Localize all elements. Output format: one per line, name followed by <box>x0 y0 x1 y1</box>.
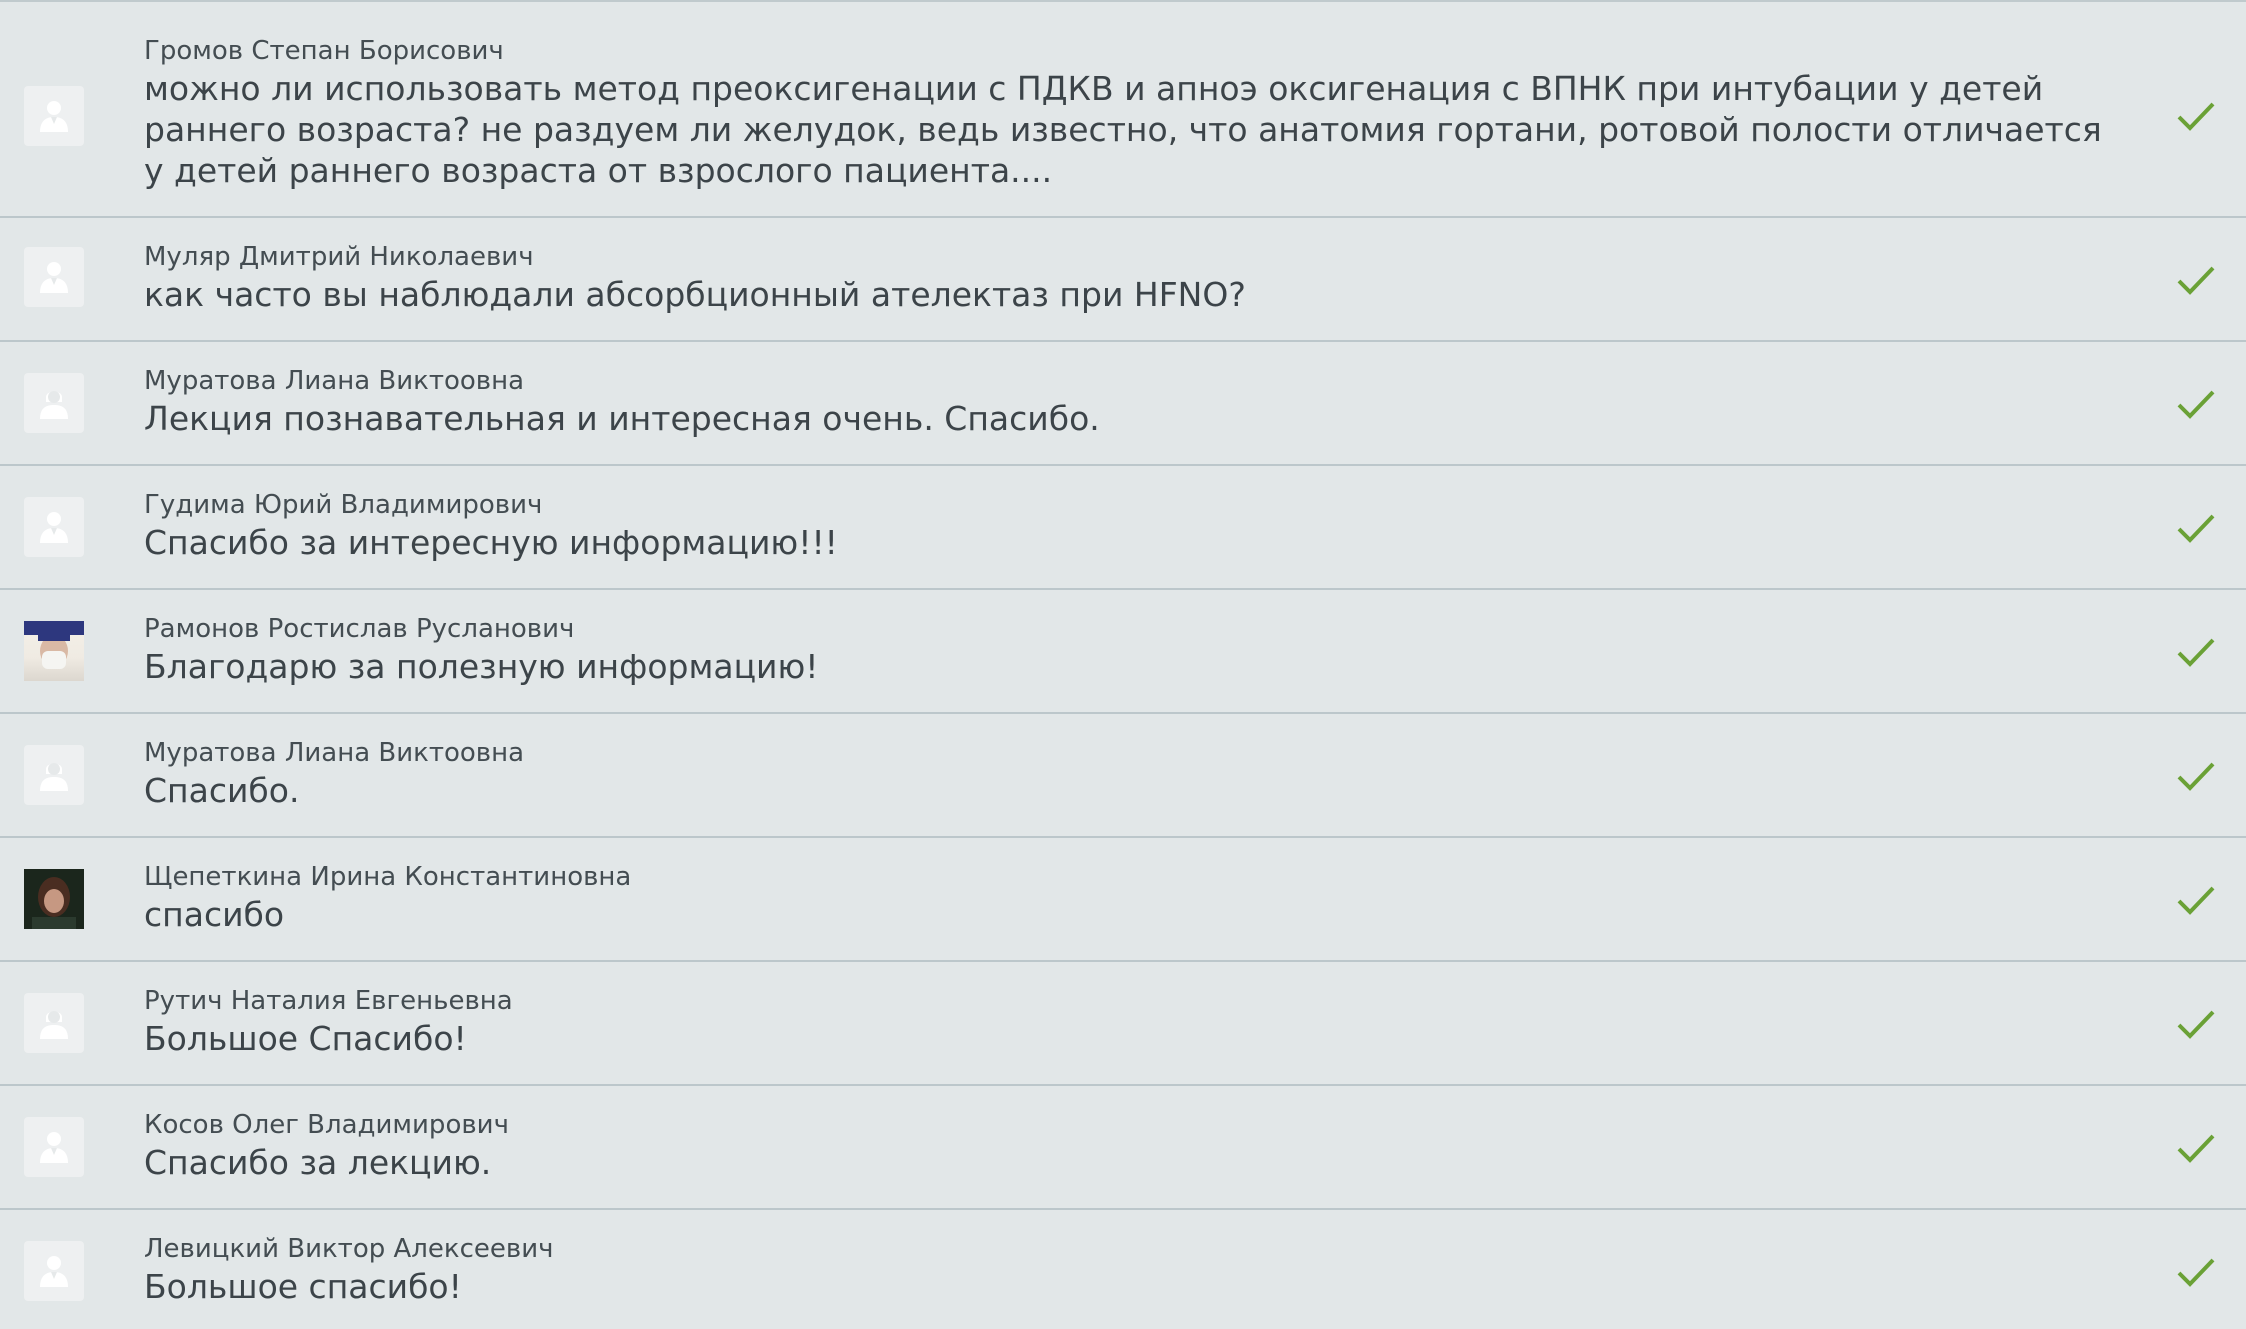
male-placeholder-icon <box>24 497 84 557</box>
comment-author: Левицкий Виктор Алексеевич <box>144 1234 554 1264</box>
comment-message: можно ли использовать метод преоксигенац… <box>144 69 2102 190</box>
comment-message: Благодарю за полезную информацию! <box>144 647 819 686</box>
comment-author: Громов Степан Борисович <box>144 36 504 66</box>
comment-body: Рамонов Ростислав Русланович Благодарю з… <box>144 612 2126 687</box>
female-placeholder-icon <box>24 745 84 805</box>
check-icon <box>2177 638 2215 667</box>
check-icon <box>2177 514 2215 543</box>
comment-author: Косов Олег Владимирович <box>144 1110 509 1140</box>
check-icon <box>2177 266 2215 295</box>
check-icon <box>2177 886 2215 915</box>
check-icon <box>2177 102 2215 131</box>
comment-body: Гудима Юрий Владимирович Спасибо за инте… <box>144 488 2126 563</box>
comment-author: Щепеткина Ирина Константиновна <box>144 862 632 892</box>
check-icon <box>2177 390 2215 419</box>
female-placeholder-icon <box>24 373 84 433</box>
comment-message: спасибо <box>144 895 285 934</box>
comment-row: Щепеткина Ирина Константиновна спасибо <box>0 838 2246 962</box>
check-icon <box>2177 1010 2215 1039</box>
comment-message: как часто вы наблюдали абсорбционный ате… <box>144 275 1246 314</box>
comment-body: Щепеткина Ирина Константиновна спасибо <box>144 860 2126 935</box>
comment-message: Спасибо за лекцию. <box>144 1143 492 1182</box>
comment-body: Муратова Лиана Виктоовна Спасибо. <box>144 736 2126 811</box>
comment-author: Муратова Лиана Виктоовна <box>144 366 525 396</box>
comment-author: Рамонов Ростислав Русланович <box>144 614 575 644</box>
male-placeholder-icon <box>24 1117 84 1177</box>
check-icon <box>2177 1134 2215 1163</box>
male-placeholder-icon <box>24 247 84 307</box>
comment-author: Гудима Юрий Владимирович <box>144 490 543 520</box>
comment-row: Рутич Наталия Евгеньевна Большое Спасибо… <box>0 962 2246 1086</box>
comment-body: Громов Степан Борисович можно ли использ… <box>144 34 2126 191</box>
comment-message: Большое спасибо! <box>144 1267 462 1306</box>
comment-row: Громов Степан Борисович можно ли использ… <box>0 10 2246 218</box>
comment-row: Гудима Юрий Владимирович Спасибо за инте… <box>0 466 2246 590</box>
comment-row: Муляр Дмитрий Николаевич как часто вы на… <box>0 218 2246 342</box>
check-icon <box>2177 1258 2215 1287</box>
comment-message: Спасибо за интересную информацию!!! <box>144 523 838 562</box>
comment-body: Муляр Дмитрий Николаевич как часто вы на… <box>144 240 2126 315</box>
comment-row: Муратова Лиана Виктоовна Спасибо. <box>0 714 2246 838</box>
comment-body: Рутич Наталия Евгеньевна Большое Спасибо… <box>144 984 2126 1059</box>
check-icon <box>2177 762 2215 791</box>
comment-body: Косов Олег Владимирович Спасибо за лекци… <box>144 1108 2126 1183</box>
comment-message: Лекция познавательная и интересная очень… <box>144 399 1100 438</box>
comment-body: Левицкий Виктор Алексеевич Большое спаси… <box>144 1232 2126 1307</box>
female-placeholder-icon <box>24 993 84 1053</box>
comment-author: Муляр Дмитрий Николаевич <box>144 242 534 272</box>
comment-row: Рамонов Ростислав Русланович Благодарю з… <box>0 590 2246 714</box>
comment-author: Муратова Лиана Виктоовна <box>144 738 525 768</box>
comment-message: Большое Спасибо! <box>144 1019 467 1058</box>
comment-author: Рутич Наталия Евгеньевна <box>144 986 513 1016</box>
comment-row: Косов Олег Владимирович Спасибо за лекци… <box>0 1086 2246 1210</box>
male-placeholder-icon <box>24 86 84 146</box>
male-placeholder-icon <box>24 1241 84 1301</box>
comment-message: Спасибо. <box>144 771 300 810</box>
comments-list: Громов Степан Борисович можно ли использ… <box>0 0 2246 1329</box>
comment-body: Муратова Лиана Виктоовна Лекция познават… <box>144 364 2126 439</box>
comment-row: Муратова Лиана Виктоовна Лекция познават… <box>0 342 2246 466</box>
user-photo <box>24 869 84 929</box>
user-photo <box>24 621 84 681</box>
comment-row: Левицкий Виктор Алексеевич Большое спаси… <box>0 1210 2246 1329</box>
